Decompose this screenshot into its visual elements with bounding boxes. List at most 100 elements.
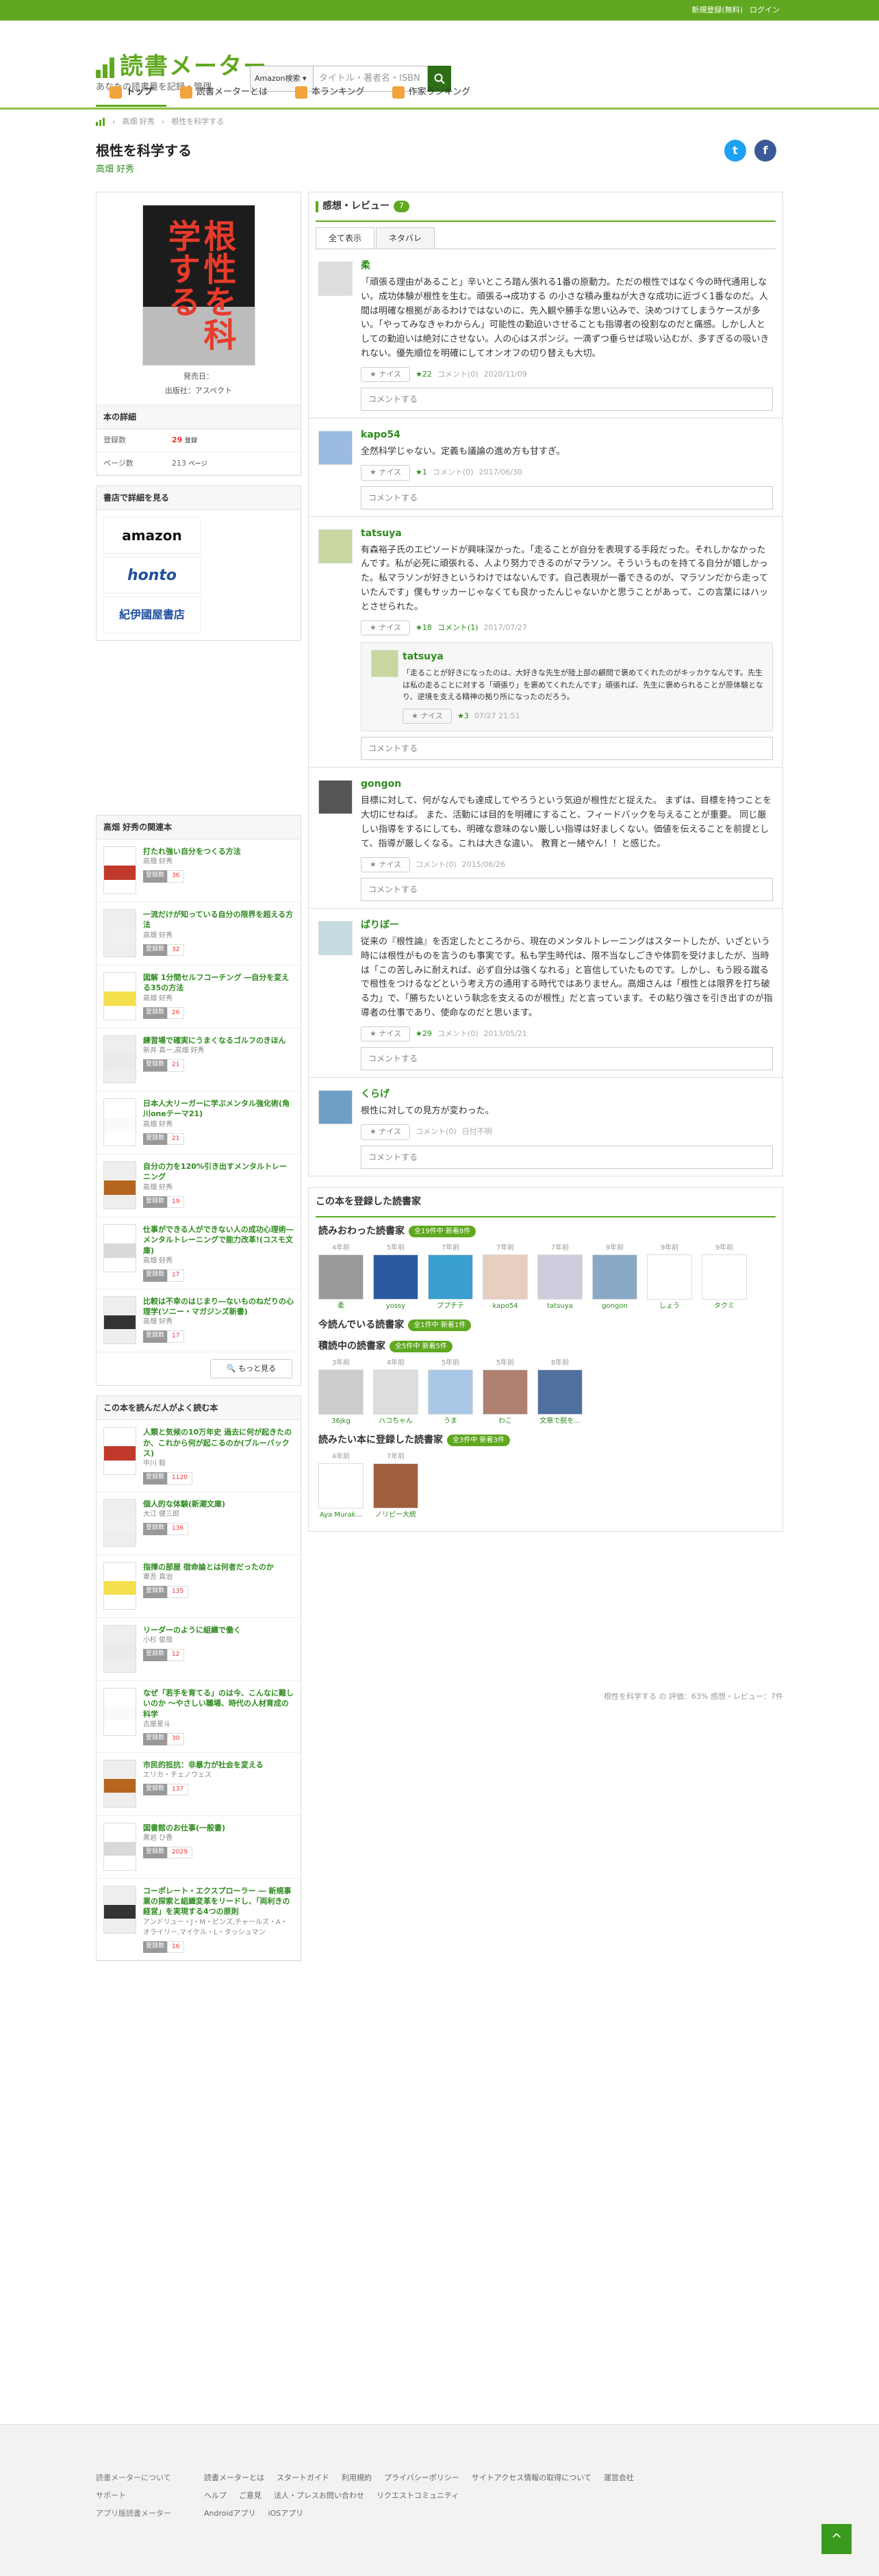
list-item-title[interactable]: なぜ「若手を育てる」のは今、こんなに難しいのか ～やさしい職場、時代の人材育成の… [143,1688,294,1719]
store-honto[interactable]: honto [103,557,201,594]
reader-avatar[interactable] [428,1254,473,1300]
list-item[interactable]: 人類と気候の10万年史 過去に何が起きたのか、これから何が起こるのか(ブルーバッ… [97,1420,301,1492]
reader-item[interactable]: 4年前 Aya Murak... [318,1452,364,1520]
reader-item[interactable]: 5年前 yossy [373,1243,418,1311]
reader-avatar[interactable] [647,1254,692,1300]
nice-button[interactable]: ★ ナイス [361,1124,411,1140]
reader-name[interactable]: 柔 [318,1301,364,1311]
list-item-title[interactable]: 練習場で確実にうまくなるゴルフのきほん [143,1035,286,1046]
footer-link[interactable]: 運営会社 [604,2473,634,2484]
list-item-title[interactable]: 日本人大リーガーに学ぶメンタル強化術(角川oneテーマ21) [143,1098,294,1120]
footer-link[interactable]: リクエストコミュニティ [377,2490,459,2502]
reader-avatar[interactable] [592,1254,637,1300]
nav-top[interactable]: トップ [96,79,167,107]
list-item[interactable]: 自分の力を120%引き出すメンタルトレーニング 高畑 好秀 登録数 19 [97,1154,301,1217]
list-item-title[interactable]: リーダーのように組織で働く [143,1625,241,1635]
reader-item[interactable]: 8年前 文章で脱を... [537,1358,583,1426]
nav-about[interactable]: 読書メーターとは [166,79,281,107]
nav-book-ranking[interactable]: 本ランキング [281,79,379,107]
reader-item[interactable]: 7年前 ノリピー大統 [373,1452,418,1520]
list-item[interactable]: リーダーのように組織で働く 小杉 俊哉 登録数 12 [97,1618,301,1681]
list-item-title[interactable]: 人類と気候の10万年史 過去に何が起きたのか、これから何が起こるのか(ブルーバッ… [143,1427,294,1459]
list-item-title[interactable]: 打たれ強い自分をつくる方法 [143,846,241,857]
comment-input[interactable]: コメントする [361,485,773,509]
book-thumbnail[interactable] [103,1759,136,1808]
reader-name[interactable]: tatsuya [537,1301,583,1311]
reader-name[interactable]: kapo54 [483,1301,528,1311]
avatar[interactable] [371,650,398,678]
comment-input[interactable]: コメントする [361,1145,773,1169]
reader-avatar[interactable] [373,1254,418,1300]
more-button[interactable]: 🔍 もっと見る [210,1359,292,1379]
footer-link[interactable]: ヘルプ [204,2490,227,2502]
list-item-title[interactable]: 比較は不幸のはじまり―ないものねだりの心理学(ソニー・マガジンズ新書) [143,1296,294,1317]
list-item-title[interactable]: 図解 1分間セルフコーチング ―自分を変える35の方法 [143,972,294,994]
reader-item[interactable]: 9年前 しょう [647,1243,692,1311]
reader-item[interactable]: 7年前 tatsuya [537,1243,583,1311]
book-thumbnail[interactable] [103,1624,136,1673]
review-user[interactable]: gongon [361,777,773,792]
nice-count[interactable]: ★1 [416,467,427,479]
reader-name[interactable]: ノリピー大統 [373,1510,418,1520]
list-item-title[interactable]: 指揮の部屋 宿命論とは何者だったのか [143,1562,274,1572]
home-icon[interactable] [96,118,105,127]
comment-count[interactable]: コメント(0) [437,369,479,381]
reader-avatar[interactable] [428,1369,473,1415]
list-item-title[interactable]: 個人的な体験(新潮文庫) [143,1499,225,1509]
twitter-icon[interactable]: t [724,140,746,162]
reader-item[interactable]: 5年前 わこ [483,1358,528,1426]
register-link[interactable]: 新規登録(無料) [691,5,743,16]
reader-avatar[interactable] [373,1369,418,1415]
footer-link[interactable]: 法人・プレスお問い合わせ [274,2490,364,2502]
reply-user[interactable]: tatsuya [403,650,765,664]
login-link[interactable]: ログイン [750,5,780,16]
book-thumbnail[interactable] [103,1035,136,1083]
nice-button[interactable]: ★ ナイス [361,857,411,873]
reader-item[interactable]: 7年前 ププチテ [428,1243,473,1311]
footer-link[interactable]: ご意見 [239,2490,262,2502]
reader-item[interactable]: 9年前 タクミ [702,1243,747,1311]
reader-avatar[interactable] [373,1463,418,1508]
book-thumbnail[interactable] [103,1885,136,1934]
reader-name[interactable]: しょう [647,1301,692,1311]
footer-link[interactable]: Androidアプリ [204,2508,256,2520]
reader-name[interactable]: gongon [592,1301,637,1311]
footer-link[interactable]: プライバシーポリシー [384,2473,459,2484]
reader-name[interactable]: タクミ [702,1301,747,1311]
book-thumbnail[interactable] [103,972,136,1020]
list-item[interactable]: コーポレート・エクスプローラー ― 新規事業の探索と組織変革をリードし、「両利き… [97,1879,301,1961]
list-item[interactable]: 日本人大リーガーに学ぶメンタル強化術(角川oneテーマ21) 高畑 好秀 登録数 21 [97,1091,301,1154]
book-thumbnail[interactable] [103,1687,136,1736]
list-item[interactable]: 一流だけが知っている自分の限界を超える方法 高畑 好秀 登録数 32 [97,902,301,965]
site-logo[interactable]: 読書メーター [96,53,268,79]
nice-button[interactable]: ★ ナイス [361,366,411,383]
reader-name[interactable]: ハコちゃん [373,1416,418,1426]
reader-avatar[interactable] [537,1254,583,1300]
footer-link[interactable]: サイトアクセス情報の取得について [472,2473,591,2484]
list-item[interactable]: 打たれ強い自分をつくる方法 高畑 好秀 登録数 36 [97,839,301,902]
comment-input[interactable]: コメントする [361,737,773,761]
list-item[interactable]: なぜ「若手を育てる」のは今、こんなに難しいのか ～やさしい職場、時代の人材育成の… [97,1681,301,1753]
footer-link[interactable]: iOSアプリ [268,2508,304,2520]
reader-section-badge[interactable]: 全19件中 新着8件 [409,1225,476,1237]
reader-name[interactable]: yossy [373,1301,418,1311]
nice-count[interactable]: ★22 [416,369,432,381]
list-item[interactable]: 図解 1分間セルフコーチング ―自分を変える35の方法 高畑 好秀 登録数 26 [97,965,301,1028]
comment-input[interactable]: コメントする [361,388,773,412]
nice-count[interactable]: ★18 [416,622,432,634]
book-thumbnail[interactable] [103,909,136,957]
reader-item[interactable]: 7年前 kapo54 [483,1243,528,1311]
tab-all[interactable]: 全て表示 [316,227,375,249]
tab-spoiler[interactable]: ネタバレ [376,227,435,249]
review-user[interactable]: ばりぼー [361,918,773,933]
reader-name[interactable]: ププチテ [428,1301,473,1311]
registered-count[interactable]: 29 [172,435,182,444]
list-item-title[interactable]: 一流だけが知っている自分の限界を超える方法 [143,909,294,931]
reader-avatar[interactable] [318,1463,364,1508]
reader-item[interactable]: 4年前 ハコちゃん [373,1358,418,1426]
footer-link[interactable]: 読書メーターとは [204,2473,264,2484]
comment-count[interactable]: コメント(0) [433,467,474,479]
book-author-link[interactable]: 高畑 好秀 [96,163,134,177]
comment-count[interactable]: コメント(0) [437,1028,479,1040]
list-item-title[interactable]: 図書館のお仕事(一般書) [143,1823,225,1833]
